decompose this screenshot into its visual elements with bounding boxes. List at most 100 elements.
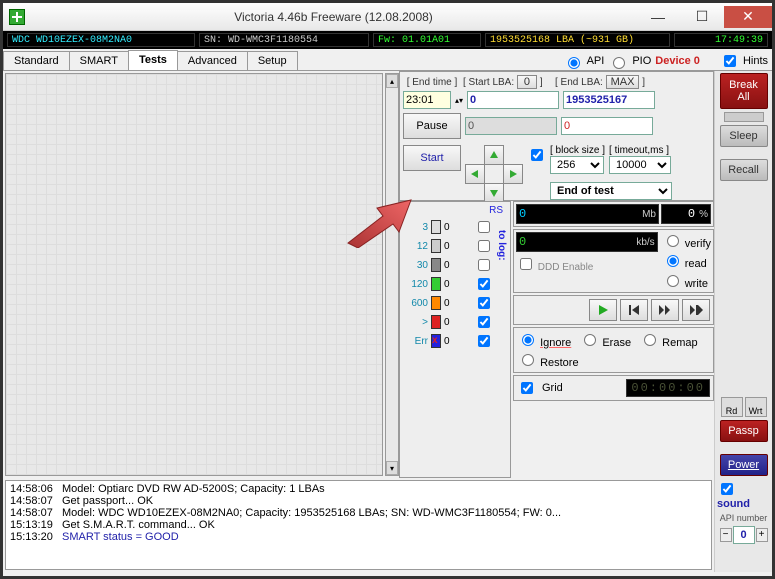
api-num-input[interactable]: [733, 526, 755, 544]
restore-radio[interactable]: [522, 354, 534, 366]
legend-check-1[interactable]: [478, 240, 490, 252]
sound-check[interactable]: [721, 483, 733, 495]
legend-check-3[interactable]: [478, 278, 490, 290]
log-line: 14:58:06 Model: Optiarc DVD RW AD-5200S;…: [10, 483, 707, 495]
tab-standard[interactable]: Standard: [3, 51, 70, 70]
log-line: 14:58:07 Model: WDC WD10EZEX-08M2NA0; Ca…: [10, 507, 707, 519]
tab-setup[interactable]: Setup: [247, 51, 298, 70]
rd-button[interactable]: Rd: [721, 397, 743, 417]
start-lba-input[interactable]: [467, 91, 559, 109]
log-line: 15:13:20 SMART status = GOOD: [10, 531, 707, 543]
second-end-input[interactable]: [561, 117, 653, 135]
end-time-label: [ End time ]: [403, 77, 461, 88]
log-line: 15:13:19 Get S.M.A.R.T. command... OK: [10, 519, 707, 531]
start-lba-zero-button[interactable]: 0: [517, 75, 537, 89]
pio-radio[interactable]: [613, 57, 625, 69]
scroll-up-icon[interactable]: ▴: [386, 74, 398, 88]
scan-grid: [5, 73, 383, 476]
drive-serial: SN: WD-WMC3F1180554: [199, 33, 369, 47]
app-icon: [9, 9, 25, 25]
legend-row: 120: [406, 238, 493, 254]
ddd-label: DDD Enable: [538, 262, 594, 273]
play-button[interactable]: [589, 299, 617, 321]
prev-button[interactable]: [620, 299, 648, 321]
progress-bar: [724, 112, 764, 122]
nav-up-button[interactable]: [484, 145, 504, 165]
api-radio[interactable]: [568, 57, 580, 69]
nav-check[interactable]: [531, 149, 543, 161]
end-button[interactable]: [682, 299, 710, 321]
legend-check-4[interactable]: [478, 297, 490, 309]
drive-firmware: Fw: 01.01A01: [373, 33, 481, 47]
legend-check-6[interactable]: [478, 335, 490, 347]
kbs-value: 0: [519, 235, 632, 249]
drive-model: WDC WD10EZEX-08M2NA0: [7, 33, 195, 47]
skip-button[interactable]: [651, 299, 679, 321]
remap-radio[interactable]: [644, 334, 656, 346]
timer-display: 00:00:00: [626, 379, 710, 397]
api-number-label: API number: [720, 513, 768, 523]
kbs-unit: kb/s: [636, 237, 654, 248]
ddd-check[interactable]: [520, 258, 532, 270]
tab-smart[interactable]: SMART: [69, 51, 129, 70]
sound-label: sound: [717, 498, 750, 510]
api-num-down[interactable]: −: [720, 528, 732, 542]
api-num-up[interactable]: +: [756, 528, 768, 542]
read-radio[interactable]: [667, 255, 679, 267]
end-time-input[interactable]: [403, 91, 451, 109]
nav-left-button[interactable]: [465, 164, 485, 184]
pause-button[interactable]: Pause: [403, 113, 461, 139]
to-log-label: to log:: [496, 230, 507, 261]
recall-button[interactable]: Recall: [720, 159, 768, 181]
nav-down-button[interactable]: [484, 183, 504, 203]
block-size-select[interactable]: 256: [550, 156, 604, 174]
tab-tests[interactable]: Tests: [128, 50, 178, 70]
close-button[interactable]: ✕: [724, 6, 772, 28]
restore-label: Restore: [540, 357, 579, 369]
verify-label: verify: [685, 238, 711, 250]
api-label: API: [587, 55, 605, 67]
erase-radio[interactable]: [584, 334, 596, 346]
pct-unit: %: [699, 209, 708, 220]
legend-row: 30: [406, 219, 493, 235]
legend-row: 300: [406, 257, 493, 273]
log-panel[interactable]: 14:58:06 Model: Optiarc DVD RW AD-5200S;…: [5, 480, 712, 570]
pio-label: PIO: [632, 55, 651, 67]
clock: 17:49:39: [674, 33, 768, 47]
maximize-button[interactable]: ☐: [680, 6, 724, 28]
verify-radio[interactable]: [667, 235, 679, 247]
tab-bar: Standard SMART Tests Advanced Setup API …: [3, 49, 772, 71]
end-lba-max-button[interactable]: MAX: [606, 75, 640, 89]
legend-check-5[interactable]: [478, 316, 490, 328]
minimize-button[interactable]: —: [636, 6, 680, 28]
sleep-button[interactable]: Sleep: [720, 125, 768, 147]
mb-value: 0: [519, 207, 638, 221]
start-lba-label: [ Start LBA:: [463, 77, 514, 88]
tab-advanced[interactable]: Advanced: [177, 51, 248, 70]
device-label: Device 0: [655, 55, 700, 67]
end-of-test-select[interactable]: End of test: [550, 182, 672, 200]
ignore-label: Ignore: [540, 337, 571, 349]
start-button[interactable]: Start: [403, 145, 461, 171]
legend-check-0[interactable]: [478, 221, 490, 233]
hints-check[interactable]: [724, 55, 736, 67]
nav-right-button[interactable]: [503, 164, 523, 184]
hints-label: Hints: [743, 55, 768, 67]
power-button[interactable]: Power: [720, 454, 768, 476]
grid-scrollbar[interactable]: ▴ ▾: [385, 73, 399, 476]
passp-button[interactable]: Passp: [720, 420, 768, 442]
legend-row: Errx0: [406, 333, 493, 349]
ignore-radio[interactable]: [522, 334, 534, 346]
info-bar: WDC WD10EZEX-08M2NA0 SN: WD-WMC3F1180554…: [3, 31, 772, 49]
timeout-select[interactable]: 10000: [609, 156, 671, 174]
write-radio[interactable]: [667, 275, 679, 287]
legend-check-2[interactable]: [478, 259, 490, 271]
scroll-down-icon[interactable]: ▾: [386, 461, 398, 475]
end-lba-input[interactable]: [563, 91, 655, 109]
pct-value: 0: [664, 207, 695, 221]
erase-label: Erase: [602, 337, 631, 349]
grid-check[interactable]: [521, 382, 533, 394]
wrt-button[interactable]: Wrt: [745, 397, 767, 417]
break-all-button[interactable]: BreakAll: [720, 73, 768, 109]
rs-label: RS: [403, 205, 507, 216]
